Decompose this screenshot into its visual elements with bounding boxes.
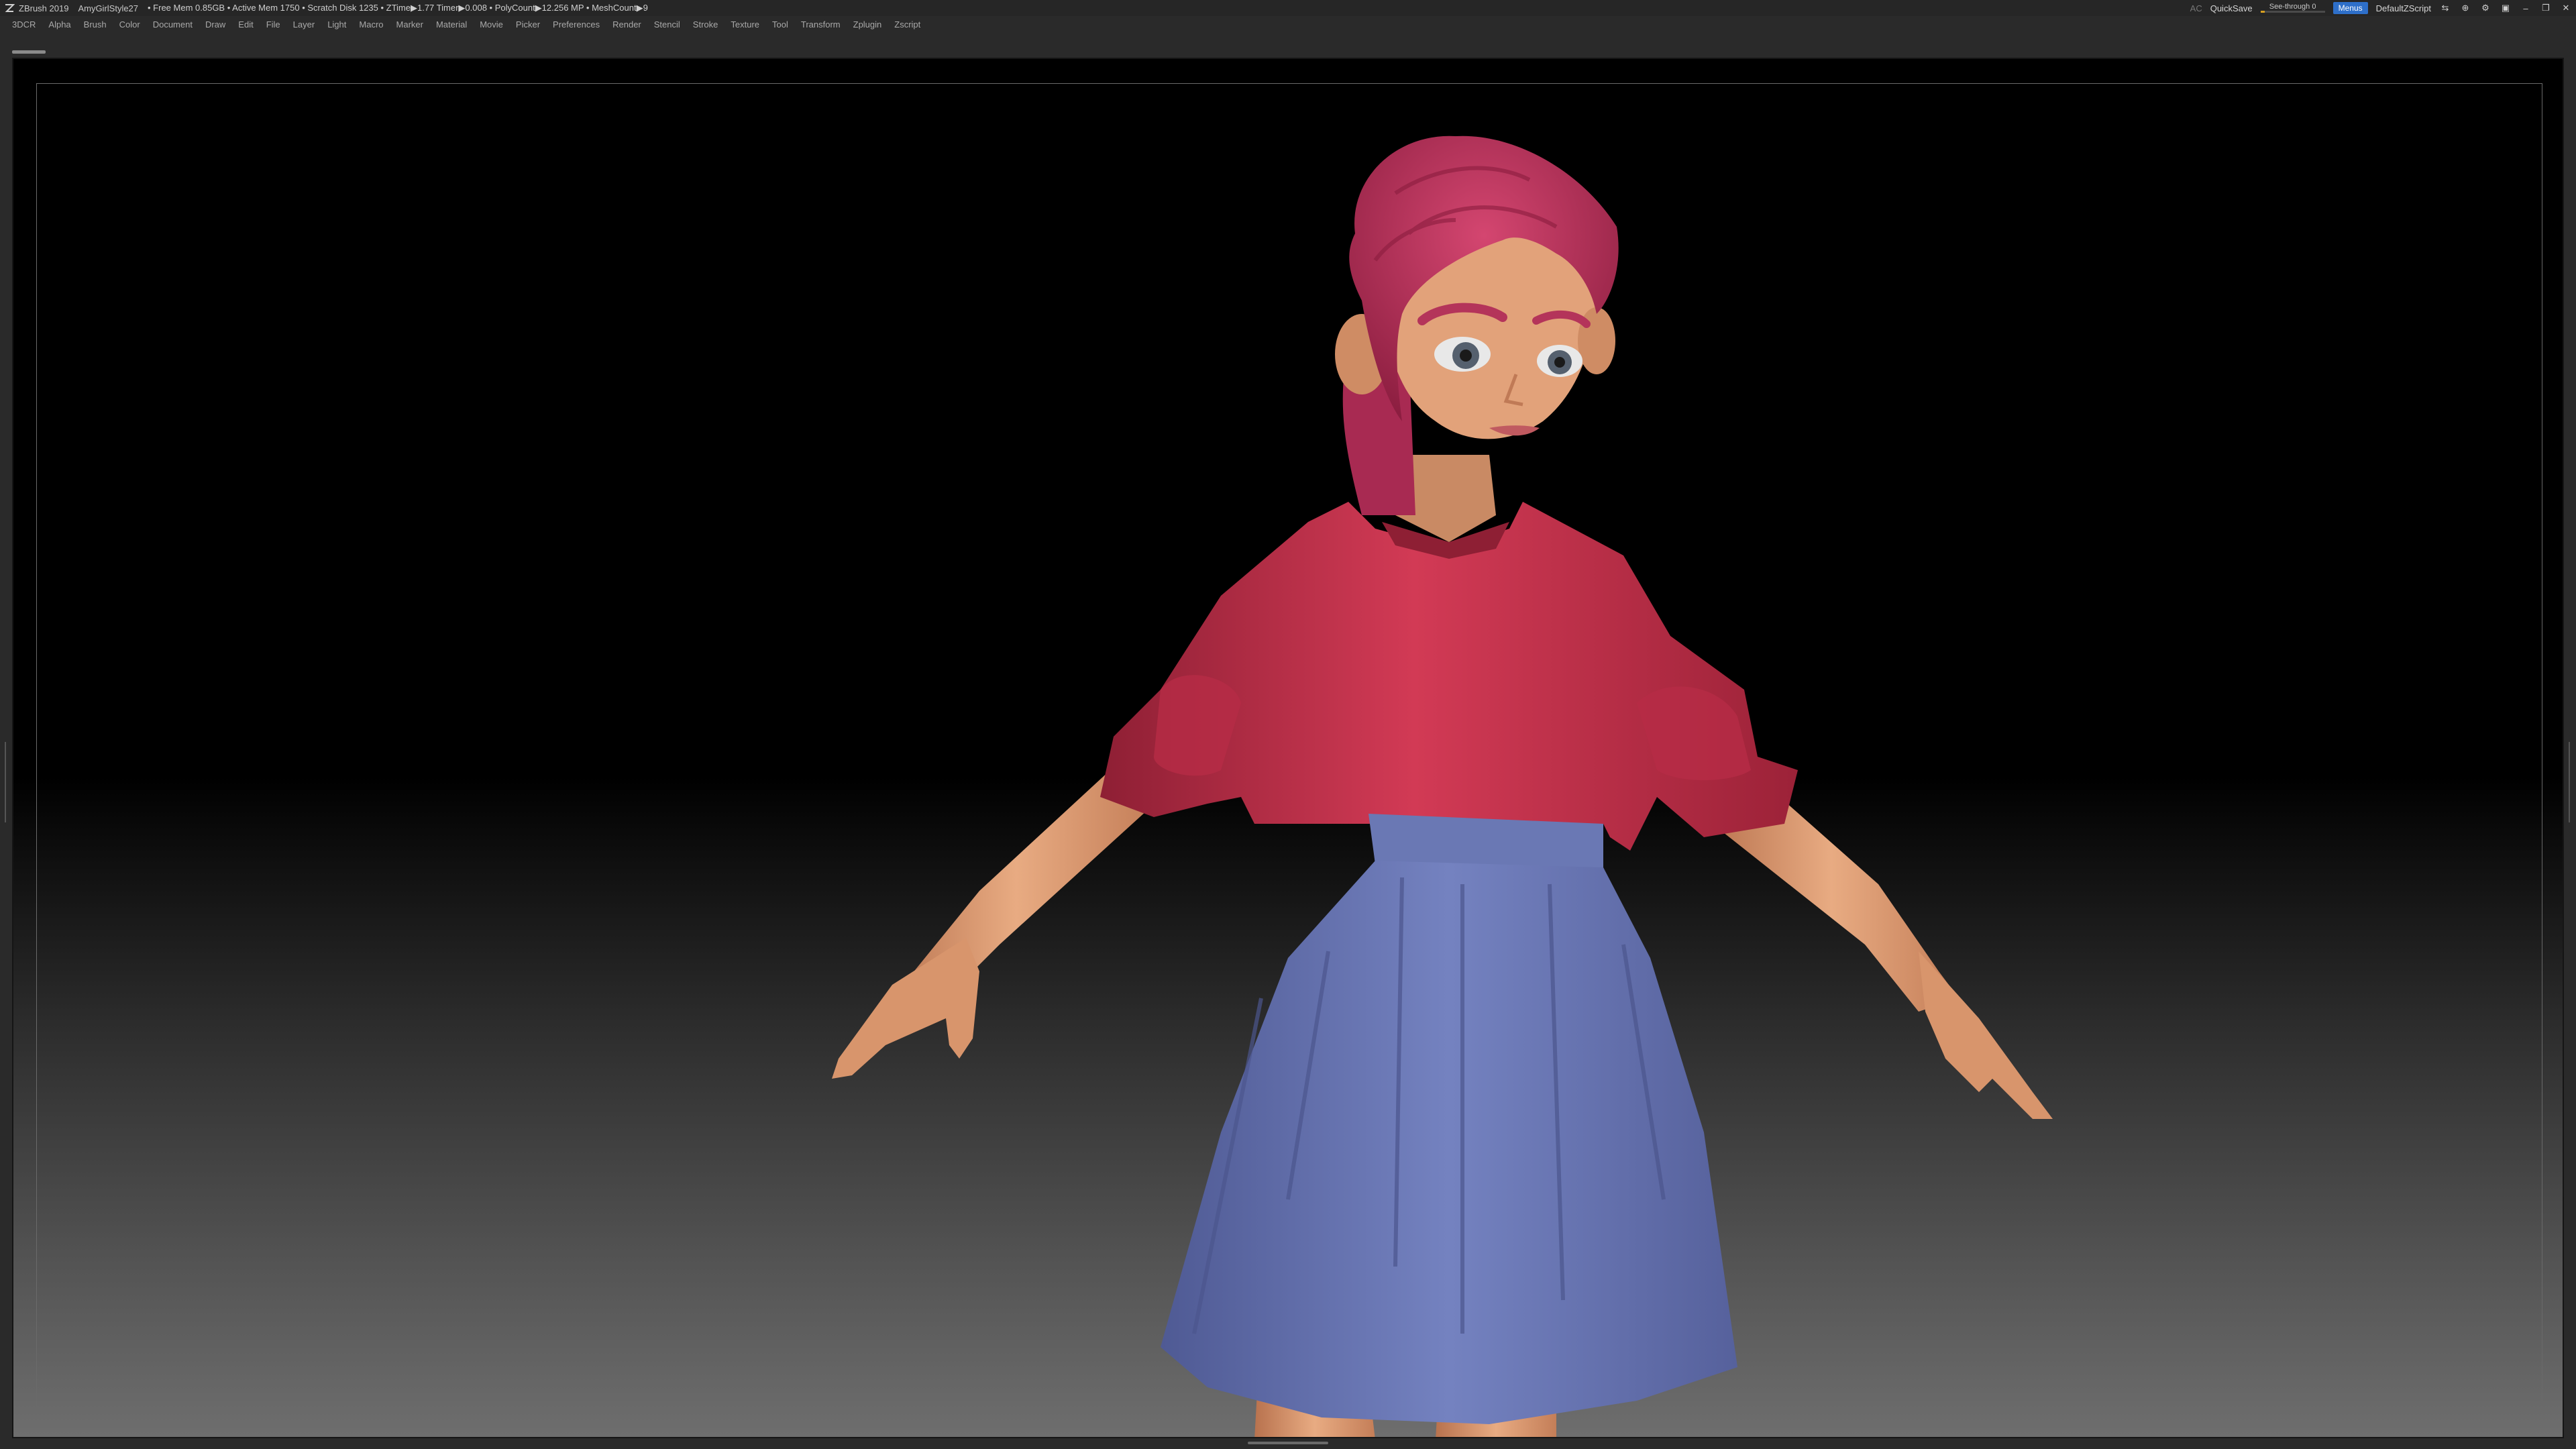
skirt (1161, 814, 1737, 1424)
default-zscript-button[interactable]: DefaultZScript (2376, 3, 2431, 13)
menu-preferences[interactable]: Preferences (553, 19, 600, 30)
project-name: AmyGirlStyle27 (78, 3, 139, 13)
menu-render[interactable]: Render (612, 19, 641, 30)
menu-macro[interactable]: Macro (359, 19, 383, 30)
menu-marker[interactable]: Marker (396, 19, 423, 30)
menu-document[interactable]: Document (153, 19, 193, 30)
top-tray-handle[interactable] (12, 50, 46, 54)
close-icon[interactable]: ✕ (2560, 2, 2572, 14)
help-icon[interactable]: ⊕ (2459, 2, 2471, 14)
app-title: ZBrush 2019 (19, 3, 69, 13)
menu-texture[interactable]: Texture (731, 19, 759, 30)
menu-layer[interactable]: Layer (293, 19, 315, 30)
title-bar: ZBrush 2019 AmyGirlStyle27 • Free Mem 0.… (0, 0, 2576, 16)
menu-3dcr[interactable]: 3DCR (12, 19, 36, 30)
menu-transform[interactable]: Transform (801, 19, 841, 30)
menu-zscript[interactable]: Zscript (894, 19, 920, 30)
menu-alpha[interactable]: Alpha (48, 19, 70, 30)
maximize-icon[interactable]: ❐ (2540, 2, 2552, 14)
menu-zplugin[interactable]: Zplugin (853, 19, 882, 30)
lock-icon[interactable]: ▣ (2500, 2, 2512, 14)
menu-color[interactable]: Color (119, 19, 140, 30)
see-through-label: See-through 0 (2269, 3, 2316, 11)
menu-stroke[interactable]: Stroke (693, 19, 718, 30)
menu-material[interactable]: Material (436, 19, 467, 30)
top-tray (0, 32, 2576, 58)
menu-bar: 3DCR Alpha Brush Color Document Draw Edit File L… (0, 16, 2576, 32)
ac-button[interactable]: AC (2190, 3, 2202, 13)
minimize-icon[interactable]: – (2520, 2, 2532, 14)
bottom-tray-handle[interactable] (1248, 1442, 1328, 1444)
status-info: • Free Mem 0.85GB • Active Mem 1750 • Sc… (148, 3, 648, 13)
menu-movie[interactable]: Movie (480, 19, 503, 30)
layout-icon[interactable]: ⇆ (2439, 2, 2451, 14)
menu-file[interactable]: File (266, 19, 280, 30)
left-tray-grip[interactable] (3, 742, 9, 822)
bottom-tray (0, 1438, 2576, 1449)
right-tray-grip[interactable] (2567, 742, 2573, 822)
character-model[interactable] (13, 59, 2564, 1438)
left-tray[interactable] (0, 58, 12, 1440)
menu-brush[interactable]: Brush (84, 19, 107, 30)
script-icon[interactable]: ⚙ (2479, 2, 2491, 14)
menu-light[interactable]: Light (327, 19, 346, 30)
menu-stencil[interactable]: Stencil (654, 19, 680, 30)
menu-tool[interactable]: Tool (772, 19, 788, 30)
see-through-fill (2260, 11, 2265, 13)
menu-picker[interactable]: Picker (516, 19, 540, 30)
see-through-slider[interactable]: See-through 0 (2260, 3, 2325, 13)
shirt (1100, 502, 1798, 851)
right-tray[interactable] (2564, 58, 2576, 1440)
document-canvas[interactable] (12, 58, 2564, 1438)
quicksave-button[interactable]: QuickSave (2210, 3, 2253, 13)
zbrush-logo-icon[interactable] (3, 1, 16, 15)
menu-draw[interactable]: Draw (205, 19, 225, 30)
menus-toggle[interactable]: Menus (2332, 2, 2368, 14)
menu-edit[interactable]: Edit (238, 19, 253, 30)
